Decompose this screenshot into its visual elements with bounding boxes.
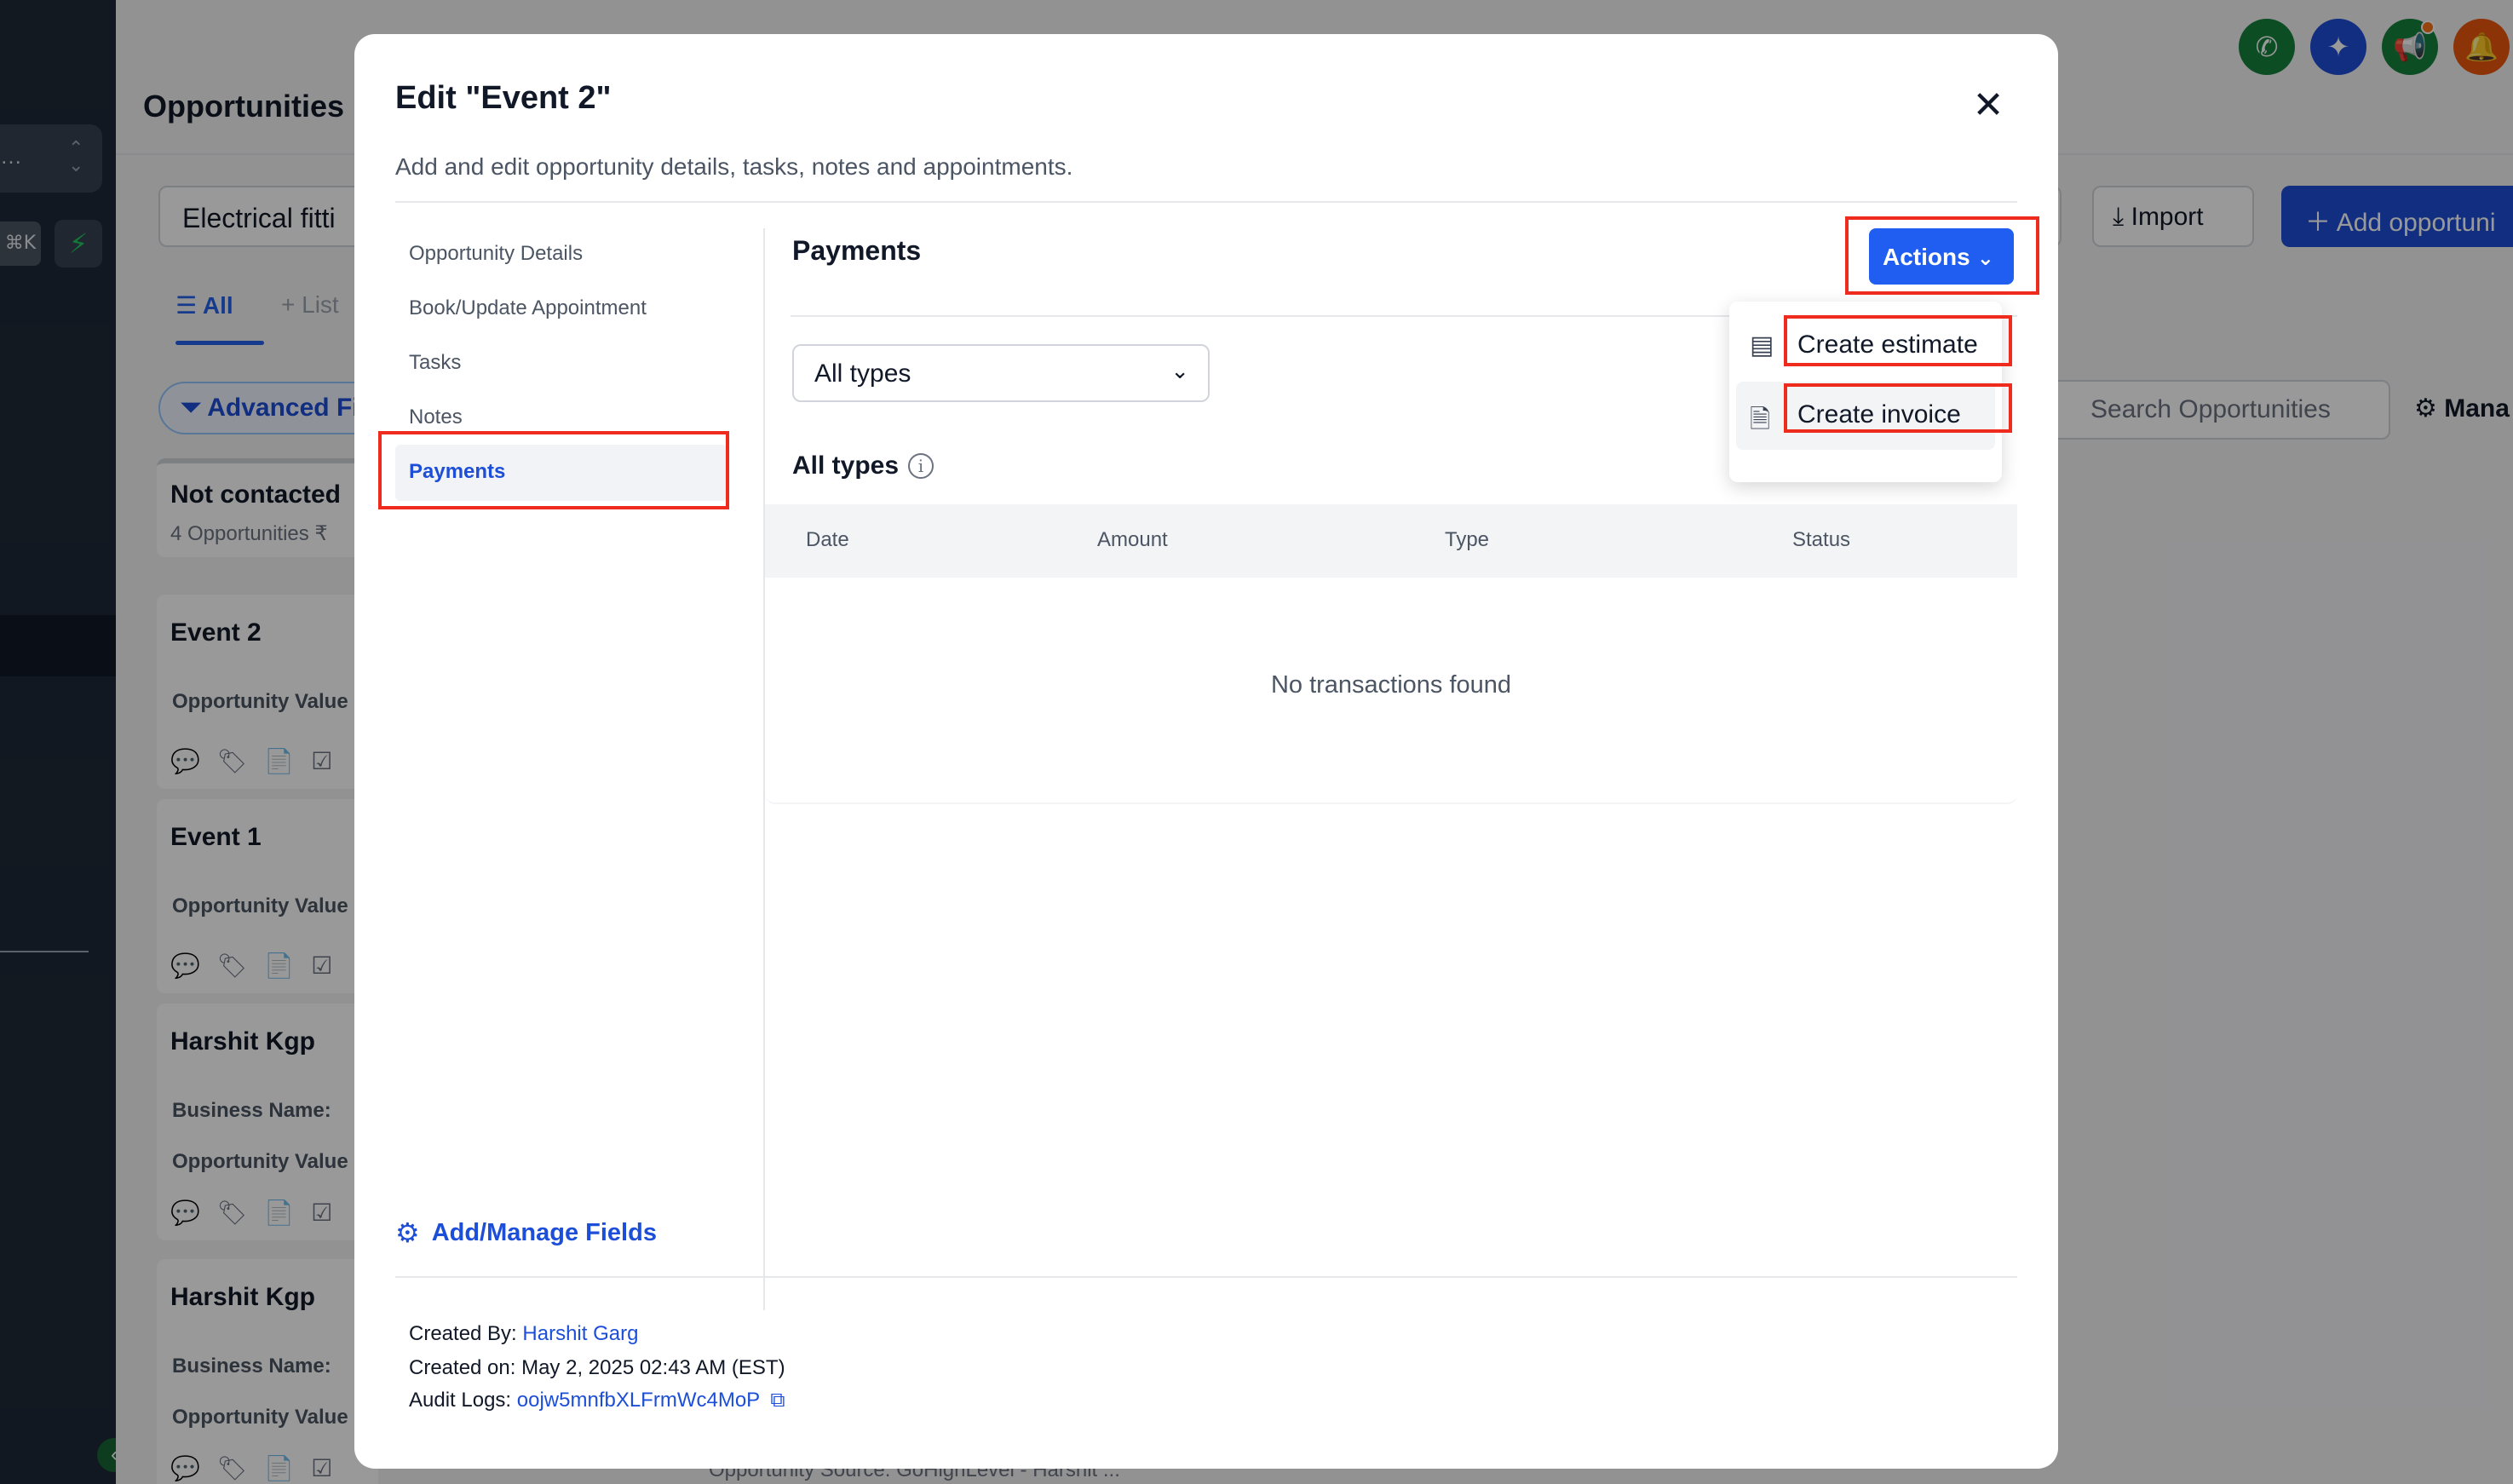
estimate-icon: ▤	[1750, 331, 1774, 359]
gear-icon: ⚙	[395, 1217, 420, 1248]
column-type: Type	[1445, 528, 1490, 551]
nav-book-appointment[interactable]: Book/Update Appointment	[395, 281, 727, 337]
nav-payments[interactable]: Payments	[395, 445, 727, 501]
modal-header-divider	[395, 201, 2017, 203]
info-icon[interactable]: i	[908, 453, 934, 479]
table-header: Date Amount Type Status	[765, 504, 2017, 578]
create-invoice-label: Create invoice	[1797, 400, 1961, 429]
nav-notes[interactable]: Notes	[395, 390, 727, 446]
add-manage-fields-label: Add/Manage Fields	[431, 1219, 657, 1246]
modal-subtitle: Add and edit opportunity details, tasks,…	[395, 153, 1073, 180]
type-filter-value: All types	[814, 359, 911, 388]
actions-label: Actions	[1883, 244, 1970, 270]
created-by-link[interactable]: Harshit Garg	[522, 1322, 638, 1345]
type-filter-select[interactable]: All types ⌄	[792, 344, 1210, 402]
empty-state: No transactions found	[1270, 671, 1512, 699]
actions-button[interactable]: Actions ⌄	[1869, 228, 2014, 285]
close-icon[interactable]: ✕	[1964, 82, 2012, 129]
edit-opportunity-modal: Edit "Event 2" ✕ Add and edit opportunit…	[354, 34, 2058, 1469]
column-date: Date	[806, 528, 849, 551]
types-section-label: All types	[792, 452, 900, 480]
modal-title: Edit "Event 2"	[395, 80, 612, 116]
modal-footer-divider	[395, 1276, 2017, 1278]
copy-icon[interactable]: ⧉	[770, 1389, 785, 1412]
transactions-table: Date Amount Type Status No transactions …	[765, 504, 2017, 804]
column-amount: Amount	[1097, 528, 1168, 551]
nav-opportunity-details[interactable]: Opportunity Details	[395, 227, 727, 283]
menu-item-create-invoice[interactable]: 🗎 Create invoice	[1736, 382, 1995, 450]
payments-title: Payments	[792, 235, 922, 266]
add-manage-fields-link[interactable]: ⚙ Add/Manage Fields	[395, 1217, 657, 1249]
actions-dropdown-menu: ▤ Create estimate 🗎 Create invoice	[1729, 302, 2002, 482]
menu-item-create-estimate[interactable]: ▤ Create estimate	[1736, 312, 1995, 380]
created-on-text: Created on: May 2, 2025 02:43 AM (EST)	[409, 1356, 785, 1379]
create-estimate-label: Create estimate	[1797, 331, 1978, 359]
invoice-icon: 🗎	[1750, 406, 1771, 434]
audit-logs-row: Audit Logs: oojw5mnfbXLFrmWc4MoP ⧉	[409, 1389, 785, 1412]
column-status: Status	[1792, 528, 1851, 551]
created-by-label: Created By:	[409, 1322, 517, 1345]
audit-log-id-link[interactable]: oojw5mnfbXLFrmWc4MoP	[517, 1389, 760, 1412]
chevron-down-icon: ⌄	[1976, 247, 1994, 270]
nav-tasks[interactable]: Tasks	[395, 336, 727, 392]
audit-logs-label: Audit Logs:	[409, 1389, 512, 1412]
created-by-row: Created By: Harshit Garg	[409, 1322, 638, 1346]
chevron-down-icon: ⌄	[1170, 358, 1189, 383]
